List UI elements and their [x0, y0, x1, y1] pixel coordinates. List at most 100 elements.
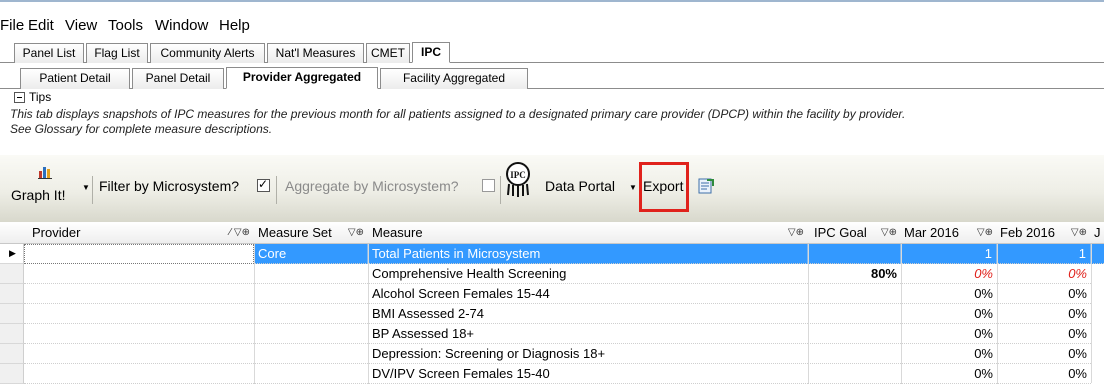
cell-measure[interactable]: BMI Assessed 2-74: [368, 304, 808, 324]
cell-feb[interactable]: 0%: [997, 324, 1091, 344]
export-button[interactable]: Export: [643, 178, 683, 194]
cell-goal[interactable]: [808, 244, 901, 264]
column-divider: [997, 244, 998, 383]
cell-feb[interactable]: 0%: [997, 364, 1091, 384]
cell-mar[interactable]: 0%: [901, 264, 997, 284]
filter-pin-icon[interactable]: ⁄ ▽⊕: [229, 222, 250, 244]
col-header-provider[interactable]: Provider ⁄ ▽⊕: [24, 222, 254, 244]
cell-provider[interactable]: [24, 324, 254, 344]
tips-line-1: This tab displays snapshots of IPC measu…: [10, 107, 906, 121]
filter-by-microsystem-checkbox[interactable]: [257, 177, 270, 192]
cell-feb[interactable]: 0%: [997, 304, 1091, 324]
tab-community-alerts[interactable]: Community Alerts: [150, 43, 265, 63]
tips-collapse-toggle[interactable]: [14, 92, 25, 103]
cell-goal[interactable]: [808, 364, 901, 384]
filter-pin-icon[interactable]: ▽⊕: [348, 222, 364, 244]
cell-set[interactable]: [254, 324, 368, 344]
cell-provider[interactable]: [24, 244, 254, 264]
cell-feb[interactable]: 1: [997, 244, 1091, 264]
cell-set[interactable]: [254, 264, 368, 284]
tab-ipc[interactable]: IPC: [412, 42, 450, 63]
tab-patient-detail[interactable]: Patient Detail: [20, 68, 130, 89]
cell-next-month[interactable]: [1091, 244, 1104, 264]
cell-feb[interactable]: 0%: [997, 284, 1091, 304]
filter-pin-icon[interactable]: ▽⊕: [788, 222, 804, 244]
tab-provider-aggregated[interactable]: Provider Aggregated: [226, 67, 378, 89]
filter-pin-icon[interactable]: ▽⊕: [881, 222, 897, 244]
cell-provider[interactable]: [24, 284, 254, 304]
cell-goal[interactable]: [808, 344, 901, 364]
cell-goal[interactable]: [808, 304, 901, 324]
menu-file[interactable]: File: [0, 14, 24, 38]
cell-measure[interactable]: BP Assessed 18+: [368, 324, 808, 344]
col-header-feb-2016-label: Feb 2016: [1000, 225, 1055, 240]
cell-measure[interactable]: Comprehensive Health Screening: [368, 264, 808, 284]
export-sheet-icon[interactable]: [697, 177, 715, 198]
row-selector[interactable]: [0, 304, 24, 324]
graph-dropdown-arrow-icon[interactable]: ▼: [82, 183, 90, 192]
row-selector[interactable]: [0, 344, 24, 364]
menu-view[interactable]: View: [65, 14, 97, 38]
cell-measure[interactable]: Total Patients in Microsystem: [368, 244, 808, 264]
col-header-next-month[interactable]: J: [1091, 222, 1104, 244]
cell-provider[interactable]: [24, 264, 254, 284]
row-selector[interactable]: [0, 324, 24, 344]
filter-pin-icon[interactable]: ▽⊕: [1071, 222, 1087, 244]
cell-mar[interactable]: 0%: [901, 304, 997, 324]
cell-mar[interactable]: 1: [901, 244, 997, 264]
cell-mar[interactable]: 0%: [901, 344, 997, 364]
cell-feb[interactable]: 0%: [997, 344, 1091, 364]
col-header-measure[interactable]: Measure ▽⊕: [368, 222, 808, 244]
col-header-measure-set[interactable]: Measure Set ▽⊕: [254, 222, 368, 244]
cell-set[interactable]: [254, 284, 368, 304]
tab-flag-list[interactable]: Flag List: [86, 43, 148, 63]
bar-chart-icon: [38, 165, 54, 182]
graph-it-button[interactable]: Graph It!: [11, 187, 65, 203]
tab-cmet[interactable]: CMET: [366, 43, 410, 63]
cell-feb[interactable]: 0%: [997, 264, 1091, 284]
cell-measure[interactable]: Alcohol Screen Females 15-44: [368, 284, 808, 304]
column-divider: [368, 244, 369, 383]
cell-provider[interactable]: [24, 344, 254, 364]
tab-natl-measures[interactable]: Nat'l Measures: [267, 43, 364, 63]
cell-set[interactable]: Core: [254, 244, 368, 264]
current-row-arrow-icon: ▶: [9, 248, 16, 258]
row-header-corner: [0, 222, 24, 244]
row-selector[interactable]: ▶: [0, 244, 24, 264]
menu-tools[interactable]: Tools: [108, 14, 143, 38]
cell-mar[interactable]: 0%: [901, 284, 997, 304]
row-selector[interactable]: [0, 364, 24, 384]
menu-help[interactable]: Help: [219, 14, 250, 38]
data-portal-dropdown-arrow-icon[interactable]: ▼: [629, 183, 637, 192]
cell-goal[interactable]: [808, 284, 901, 304]
data-portal-button[interactable]: Data Portal: [545, 178, 615, 194]
cell-set[interactable]: [254, 364, 368, 384]
row-selector[interactable]: [0, 264, 24, 284]
tab-panel-list[interactable]: Panel List: [14, 43, 84, 63]
row-selector[interactable]: [0, 284, 24, 304]
filter-pin-icon[interactable]: ▽⊕: [977, 222, 993, 244]
cell-provider[interactable]: [24, 304, 254, 324]
cell-goal[interactable]: [808, 324, 901, 344]
tab-panel-detail[interactable]: Panel Detail: [132, 68, 224, 89]
col-header-feb-2016[interactable]: Feb 2016 ▽⊕: [997, 222, 1091, 244]
ipc-subtab-strip: Patient Detail Panel Detail Provider Agg…: [0, 66, 1104, 89]
cell-goal[interactable]: 80%: [808, 264, 901, 284]
col-header-mar-2016[interactable]: Mar 2016 ▽⊕: [901, 222, 997, 244]
cell-measure[interactable]: DV/IPV Screen Females 15-40: [368, 364, 808, 384]
cell-set[interactable]: [254, 304, 368, 324]
tab-facility-aggregated[interactable]: Facility Aggregated: [380, 68, 528, 89]
col-header-measure-set-label: Measure Set: [258, 225, 332, 240]
menu-window[interactable]: Window: [155, 14, 208, 38]
cell-mar[interactable]: 0%: [901, 364, 997, 384]
col-header-ipc-goal[interactable]: IPC Goal ▽⊕: [808, 222, 901, 244]
toolbar-separator: [500, 176, 501, 204]
cell-provider[interactable]: [24, 364, 254, 384]
cell-measure[interactable]: Depression: Screening or Diagnosis 18+: [368, 344, 808, 364]
measures-grid: Provider ⁄ ▽⊕ Measure Set ▽⊕ Measure ▽⊕ …: [0, 222, 1104, 384]
menu-edit[interactable]: Edit: [28, 14, 54, 38]
aggregate-by-microsystem-checkbox[interactable]: [482, 179, 495, 192]
cell-mar[interactable]: 0%: [901, 324, 997, 344]
cell-set[interactable]: [254, 344, 368, 364]
column-divider: [1091, 244, 1092, 383]
